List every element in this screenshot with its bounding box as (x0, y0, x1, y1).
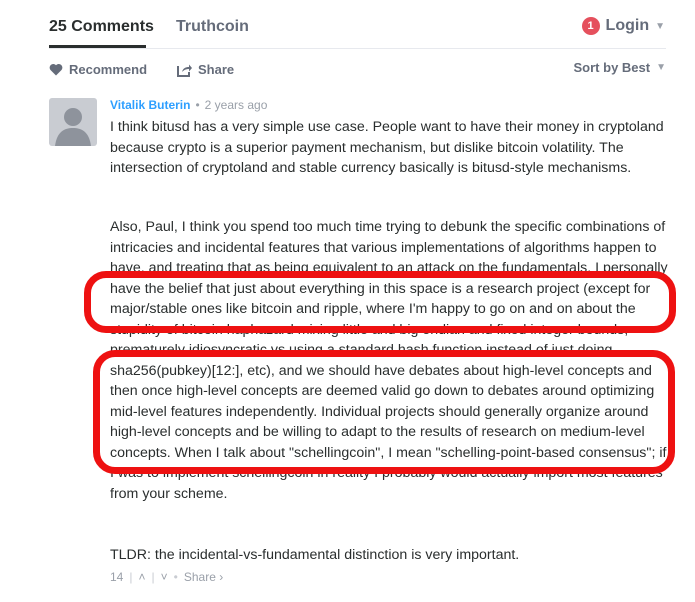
comment-paragraph: TLDR: the incidental-vs-fundamental dist… (110, 547, 520, 563)
vote-count: 14 (110, 570, 124, 584)
timestamp[interactable]: 2 years ago (205, 98, 268, 112)
comment-footer: 14 | ˄ | ˅ • Share › (110, 570, 223, 584)
comment-meta: Vitalik Buterin • 2 years ago (110, 96, 670, 114)
login-label: Login (605, 17, 650, 34)
comments-header: 25 Comments Truthcoin 1 Login ▼ (0, 0, 695, 50)
chevron-down-icon: ▼ (655, 20, 665, 32)
avatar[interactable] (49, 98, 97, 146)
tab-community[interactable]: Truthcoin (176, 18, 249, 36)
default-avatar-icon (55, 108, 91, 146)
meta-dot: • (195, 98, 200, 112)
thread-actions: Recommend Share Sort by Best ▼ (49, 60, 666, 80)
upvote-icon[interactable]: ˄ (138, 570, 145, 584)
recommend-button[interactable]: Recommend (49, 62, 147, 77)
sort-label: Sort by Best (573, 60, 651, 75)
downvote-icon[interactable]: ˅ (161, 570, 168, 584)
sort-dropdown[interactable]: Sort by Best ▼ (574, 60, 666, 75)
share-button[interactable]: Share (177, 62, 234, 77)
highlight-box (84, 271, 676, 333)
login-button[interactable]: 1 Login ▼ (581, 17, 665, 35)
comment: Vitalik Buterin • 2 years ago I think bi… (110, 96, 670, 563)
share-label: Share (198, 62, 235, 77)
separator: • (173, 570, 178, 584)
share-comment-link[interactable]: Share › (184, 570, 223, 584)
tab-comments[interactable]: 25 Comments (49, 18, 154, 36)
separator: | (151, 570, 155, 584)
separator: | (129, 570, 133, 584)
highlight-box (93, 350, 675, 474)
heart-icon (49, 64, 63, 76)
recommend-label: Recommend (69, 62, 148, 77)
chevron-down-icon: ▼ (656, 62, 666, 73)
share-icon (177, 64, 192, 77)
notification-badge: 1 (581, 17, 600, 35)
comment-paragraph: I think bitusd has a very simple use cas… (110, 119, 664, 176)
author-link[interactable]: Vitalik Buterin (110, 98, 190, 112)
header-divider (49, 48, 666, 49)
